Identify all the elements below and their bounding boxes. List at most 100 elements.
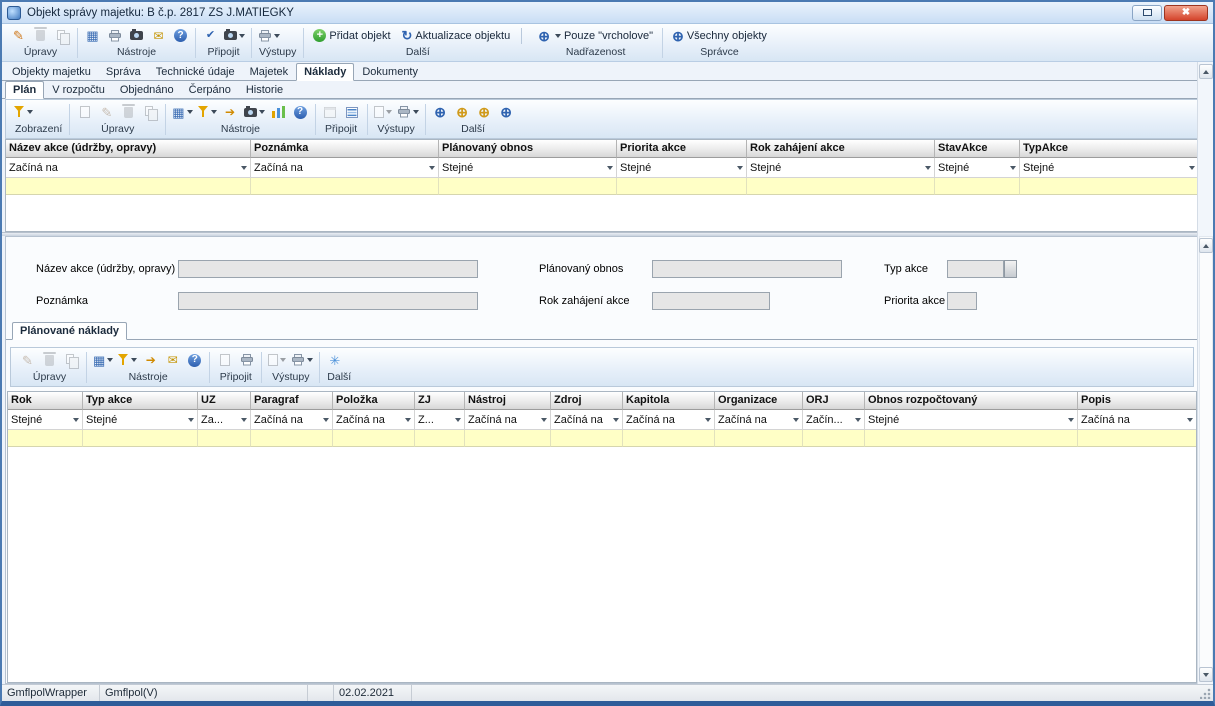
list-icon[interactable]	[343, 103, 362, 122]
print-icon[interactable]	[105, 26, 124, 45]
target-gold-icon[interactable]: ⊕	[453, 103, 472, 122]
filter-combo[interactable]: Stejné	[935, 158, 1020, 178]
print-icon[interactable]	[396, 103, 420, 122]
edit-record-icon[interactable]: ✎	[9, 26, 28, 45]
filter-combo[interactable]: Začíná na	[251, 410, 333, 430]
typ-akce-spinner[interactable]	[1004, 260, 1017, 278]
filter-combo[interactable]: Začíná na	[551, 410, 623, 430]
filter-combo[interactable]: Z...	[415, 410, 465, 430]
column-header[interactable]: Rok	[8, 392, 83, 410]
filter-combo[interactable]: Začíná na	[333, 410, 415, 430]
plan-grid-new-row[interactable]	[6, 178, 1198, 195]
priorita-akce-input[interactable]	[947, 292, 977, 310]
column-header[interactable]: Organizace	[715, 392, 803, 410]
filter-combo[interactable]: Stejné	[865, 410, 1078, 430]
help-icon[interactable]: ?	[185, 351, 204, 370]
only-top-button[interactable]: ⊕ Pouze "vrcholove"	[534, 28, 657, 44]
filter-combo[interactable]: Začíná na	[251, 158, 439, 178]
scroll-down-button[interactable]	[1199, 667, 1213, 682]
mail-icon[interactable]: ✉	[163, 351, 182, 370]
edit-record-icon[interactable]: ✎	[18, 351, 37, 370]
typ-akce-input[interactable]	[947, 260, 1004, 278]
column-header[interactable]: Název akce (údržby, opravy)	[6, 140, 251, 158]
filter-view-icon[interactable]	[13, 103, 34, 122]
document-output-icon[interactable]	[373, 103, 393, 122]
filter-combo[interactable]: Začíná na	[465, 410, 551, 430]
add-object-button[interactable]: + Přidat objekt	[309, 28, 394, 43]
print-attach-icon[interactable]	[237, 351, 256, 370]
tab-historie[interactable]: Historie	[239, 82, 290, 98]
resize-grip[interactable]	[1200, 688, 1211, 699]
column-header[interactable]: Poznámka	[251, 140, 439, 158]
filter-combo[interactable]: Stejné	[617, 158, 747, 178]
filter-combo[interactable]: Za...	[198, 410, 251, 430]
column-header[interactable]: Paragraf	[251, 392, 333, 410]
tab-sprava[interactable]: Správa	[99, 64, 148, 80]
scrollbar-track[interactable]	[1199, 236, 1213, 682]
column-header[interactable]: ZJ	[415, 392, 465, 410]
tab-technicke-udaje[interactable]: Technické údaje	[149, 64, 242, 80]
column-header[interactable]: Kapitola	[623, 392, 715, 410]
vertical-scrollbar[interactable]	[1197, 62, 1213, 684]
scroll-up-button[interactable]	[1199, 238, 1213, 253]
copy-record-icon[interactable]	[53, 26, 72, 45]
camera-attach-icon[interactable]	[223, 26, 246, 45]
snowflake-icon[interactable]: ✳	[325, 351, 344, 370]
restore-button[interactable]	[1132, 5, 1162, 21]
nazev-akce-input[interactable]	[178, 260, 478, 278]
table-icon[interactable]: ▦	[92, 351, 114, 370]
mail-icon[interactable]: ✉	[149, 26, 168, 45]
column-header[interactable]: Položka	[333, 392, 415, 410]
costs-grid-new-row[interactable]	[8, 430, 1196, 447]
tab-naklady[interactable]: Náklady	[296, 63, 354, 81]
help-icon[interactable]: ?	[291, 103, 310, 122]
tab-objekty-majetku[interactable]: Objekty majetku	[5, 64, 98, 80]
document-output-icon[interactable]	[267, 351, 287, 370]
filter-icon[interactable]	[197, 103, 218, 122]
target-icon[interactable]: ⊕	[431, 103, 450, 122]
form-icon[interactable]	[321, 103, 340, 122]
tab-plan[interactable]: Plán	[5, 81, 44, 99]
column-header[interactable]: Typ akce	[83, 392, 198, 410]
column-header[interactable]: Plánovaný obnos	[439, 140, 617, 158]
camera-icon[interactable]	[243, 103, 266, 122]
checklist-icon[interactable]: ✔	[201, 26, 220, 45]
column-header[interactable]: Obnos rozpočtovaný	[865, 392, 1078, 410]
filter-combo[interactable]: Stejné	[439, 158, 617, 178]
column-header[interactable]: ORJ	[803, 392, 865, 410]
target-blue-icon[interactable]: ⊕	[497, 103, 516, 122]
planovany-obnos-input[interactable]	[652, 260, 842, 278]
copy-record-icon[interactable]	[62, 351, 81, 370]
column-header[interactable]: TypAkce	[1020, 140, 1198, 158]
column-header[interactable]: UZ	[198, 392, 251, 410]
filter-combo[interactable]: Začíná na	[623, 410, 715, 430]
delete-record-icon[interactable]	[40, 351, 59, 370]
target-gold-blue-icon[interactable]: ⊕	[475, 103, 494, 122]
filter-combo[interactable]: Začíná na	[1078, 410, 1196, 430]
new-record-icon[interactable]	[75, 103, 94, 122]
table-icon[interactable]: ▦	[83, 26, 102, 45]
all-objects-button[interactable]: ⊕ Všechny objekty	[668, 28, 771, 44]
filter-combo[interactable]: Stejné	[1020, 158, 1198, 178]
camera-icon[interactable]	[127, 26, 146, 45]
filter-combo[interactable]: Stejné	[83, 410, 198, 430]
document-icon[interactable]	[215, 351, 234, 370]
tab-objednano[interactable]: Objednáno	[113, 82, 181, 98]
rok-zahajeni-input[interactable]	[652, 292, 770, 310]
tab-planovane-naklady[interactable]: Plánované náklady	[12, 322, 127, 340]
filter-combo[interactable]: Stejné	[8, 410, 83, 430]
copy-record-icon[interactable]	[141, 103, 160, 122]
column-header[interactable]: StavAkce	[935, 140, 1020, 158]
delete-record-icon[interactable]	[119, 103, 138, 122]
print-icon[interactable]	[290, 351, 314, 370]
tab-dokumenty[interactable]: Dokumenty	[355, 64, 425, 80]
column-header[interactable]: Priorita akce	[617, 140, 747, 158]
column-header[interactable]: Zdroj	[551, 392, 623, 410]
filter-combo[interactable]: Začíná na	[715, 410, 803, 430]
poznamka-input[interactable]	[178, 292, 478, 310]
edit-record-icon[interactable]: ✎	[97, 103, 116, 122]
tab-majetek[interactable]: Majetek	[243, 64, 296, 80]
column-header[interactable]: Nástroj	[465, 392, 551, 410]
filter-icon[interactable]	[117, 351, 138, 370]
delete-record-icon[interactable]	[31, 26, 50, 45]
